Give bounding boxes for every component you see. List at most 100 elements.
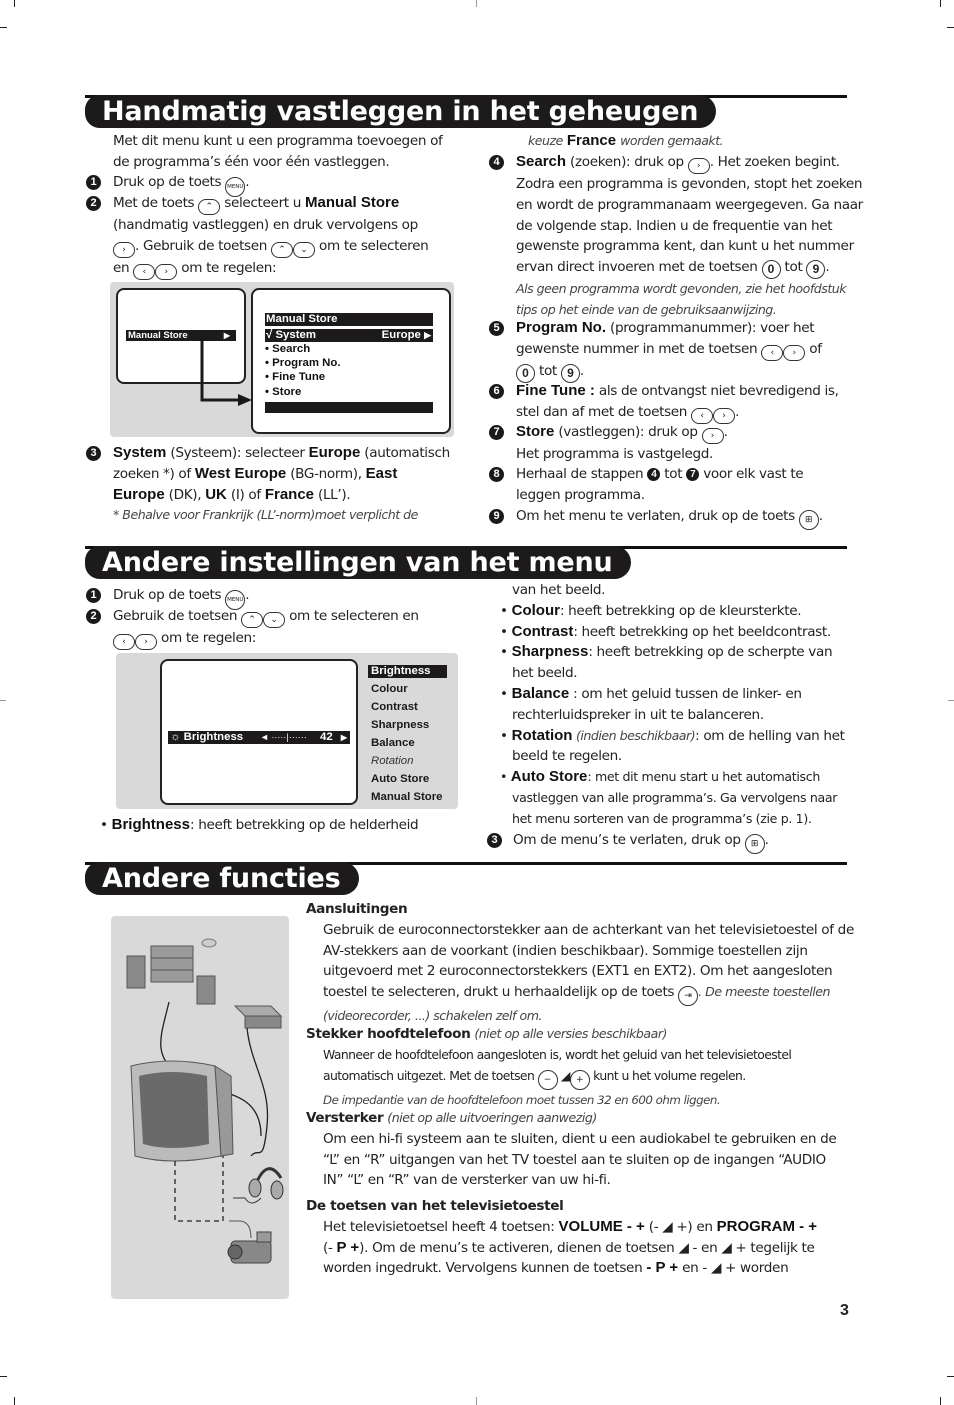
connections-illustration — [111, 916, 289, 1299]
volume-icon: ◢ — [710, 1260, 722, 1277]
connections-heading: Aansluitingen — [306, 901, 408, 917]
crop-mark — [940, 1397, 941, 1405]
volume-plus-key-icon: + — [569, 1069, 590, 1090]
step-4-text: Search (zoeken): druk op ›. Het zoeken b… — [516, 153, 863, 317]
digit-0-key-icon: 0 — [516, 363, 535, 383]
dashed-connection — [174, 1156, 224, 1222]
down-key-icon: ⌄ — [263, 612, 286, 628]
crop-mark — [948, 700, 954, 701]
volume-icon: ◢ — [560, 1067, 571, 1083]
vcr-icon — [233, 1005, 283, 1029]
osd-item-search: • Search — [265, 343, 311, 355]
step-5-text: Program No. (programmanummer): voer het … — [516, 318, 822, 383]
crop-mark — [0, 1376, 7, 1377]
osd-item-store: • Store — [265, 386, 302, 398]
osd-menu-item-brightness: Brightness — [368, 665, 447, 678]
info-exit-key-icon: ⊞ — [744, 834, 765, 854]
section-title-manual-store: Handmatig vastleggen in het geheugen — [85, 95, 717, 128]
step-9-text: Om het menu te verlaten, druk op de toet… — [516, 506, 823, 530]
left-key-icon: ‹ — [133, 263, 156, 280]
tv-keys-heading: De toetsen van het televisietoestel — [306, 1198, 564, 1214]
right-key-icon: › — [113, 241, 135, 258]
step-ref-icon: 7 — [686, 468, 700, 481]
right-key-icon: › — [701, 428, 724, 444]
headphones-block: Stekker hoofdtelefoon (niet op alle vers… — [306, 1026, 792, 1107]
step-number: 2 — [86, 196, 101, 211]
crop-mark — [476, 0, 477, 7]
osd-footer-bar — [265, 402, 433, 413]
amplifier-heading: Versterker — [306, 1110, 384, 1126]
osd-title: Manual Store — [265, 313, 433, 326]
arrow-connector-icon — [200, 338, 252, 406]
digit-9-key-icon: 9 — [560, 363, 580, 383]
step-6-text: Fine Tune : als de ontvangst niet bevred… — [516, 381, 839, 424]
connections-block: Aansluitingen Gebruik de euroconnectorst… — [306, 901, 854, 1024]
step-number: 8 — [489, 467, 504, 482]
osd-menu-item-sharpness: Sharpness — [371, 719, 430, 731]
step-number: 1 — [86, 588, 101, 603]
crop-mark — [0, 700, 6, 701]
step-ref-icon: 4 — [647, 468, 661, 481]
osd-item-program-no: • Program No. — [265, 357, 341, 369]
step-2-text: Met de toets ⌃ selecteert u Manual Store… — [113, 193, 429, 280]
tv-icon — [130, 1060, 234, 1162]
right-key-icon: › — [155, 263, 178, 280]
left-key-icon: ‹ — [761, 344, 784, 361]
crop-mark — [14, 1397, 15, 1405]
crop-mark — [0, 27, 7, 28]
volume-icon: ◢ — [678, 1239, 689, 1256]
tv-keys-block: De toetsen van het televisietoestel Het … — [306, 1198, 818, 1277]
step-3-text: Om de menu’s te verlaten, druk op ⊞. — [513, 830, 769, 854]
up-key-icon: ⌃ — [198, 199, 221, 215]
step-number: 6 — [489, 384, 504, 399]
tv-screen-manual-store: Manual Store √ System Europe ▶ • Search … — [251, 288, 451, 434]
tv-screen-brightness: ☼ Brightness ◄ ·····|······ 42 ▶ — [160, 659, 358, 805]
section-title-other-functions: Andere functies — [85, 862, 359, 895]
osd-item-fine-tune: • Fine Tune — [265, 371, 326, 383]
step-7-text: Store (vastleggen): druk op ›. Het progr… — [516, 423, 728, 462]
manual-store-diagram: Manual Store ▶ Manual Store √ System Euro… — [110, 282, 454, 437]
crop-mark — [947, 1376, 954, 1377]
up-key-icon: ⌃ — [241, 612, 264, 628]
osd-menu-item-contrast: Contrast — [371, 701, 418, 713]
step-number: 4 — [489, 155, 504, 170]
picture-settings-diagram: ☼ Brightness ◄ ·····|······ 42 ▶ Brightn… — [116, 653, 458, 809]
step-number: 9 — [489, 509, 504, 524]
arrow-right-icon: ▶ — [424, 330, 431, 340]
section-title-other-settings: Andere instellingen van het menu — [85, 546, 631, 579]
crop-mark — [476, 1397, 477, 1405]
osd-menu-item-rotation: Rotation — [371, 755, 414, 767]
crop-mark — [940, 0, 941, 7]
digit-0-key-icon: 0 — [761, 260, 781, 280]
step-2-text: Gebruik de toetsen ⌃ ⌄ om te selecteren e… — [113, 606, 419, 650]
cable — [246, 1027, 269, 1157]
osd-menu-item-balance: Balance — [371, 737, 415, 749]
step-number: 1 — [86, 175, 101, 190]
step-3-text: System (Systeem): selecteer Europe (auto… — [113, 444, 450, 523]
left-key-icon: ‹ — [113, 634, 135, 650]
step-8-text: Herhaal de stappen 4 tot 7 voor elk vast… — [516, 466, 804, 503]
arrow-right-icon: ▶ — [340, 733, 347, 742]
amplifier-block: Versterker (niet op alle uitvoeringen aa… — [306, 1110, 837, 1189]
osd-brightness-slider: ☼ Brightness ◄ ·····|······ 42 ▶ — [168, 731, 350, 744]
step-number: 5 — [489, 321, 504, 336]
digit-9-key-icon: 9 — [806, 260, 826, 280]
up-key-icon: ⌃ — [271, 241, 294, 258]
page-number: 3 — [840, 1302, 849, 1319]
right-key-icon: › — [783, 344, 806, 361]
av-input-key-icon: ⇥ — [678, 986, 699, 1007]
sun-icon: ☼ — [170, 731, 181, 743]
bullet-list: van het beeld. • Colour: heeft betrekkin… — [500, 582, 845, 826]
step-number: 3 — [487, 833, 502, 848]
headphones-icon — [233, 1167, 284, 1204]
volume-minus-key-icon: − — [537, 1069, 558, 1090]
bullet-brightness: • Brightness: heeft betrekking op de hel… — [100, 816, 419, 833]
hifi-system-icon — [126, 938, 217, 1005]
headphones-heading: Stekker hoofdtelefoon — [306, 1026, 471, 1042]
down-key-icon: ⌄ — [293, 241, 316, 258]
right-key-icon: › — [687, 158, 710, 174]
osd-menu-item-auto-store: Auto Store — [371, 773, 430, 785]
step-number: 7 — [489, 425, 504, 440]
step-number: 3 — [86, 446, 101, 461]
right-key-icon: › — [135, 634, 157, 650]
